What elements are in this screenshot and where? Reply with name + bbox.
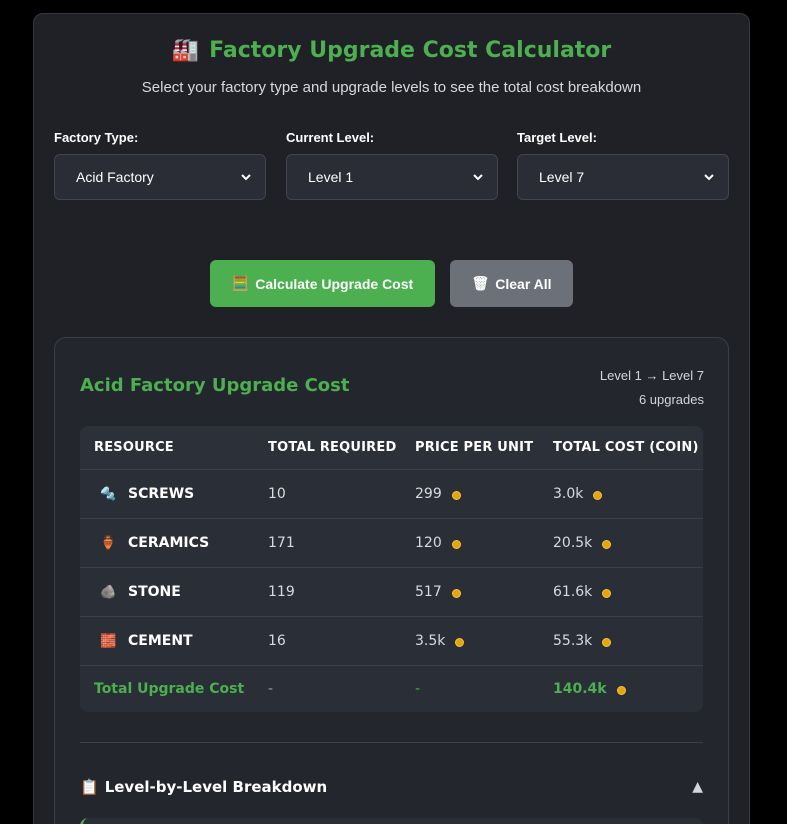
screw-icon: 🔩 xyxy=(100,486,117,502)
resource-cell: 🪨 Stone xyxy=(94,568,181,616)
total-required: 119 xyxy=(268,584,295,600)
collapse-up-icon[interactable]: ▲ xyxy=(692,779,703,795)
target-level-select[interactable]: Level 7 xyxy=(517,154,729,200)
header: 🏭 Factory Upgrade Cost Calculator xyxy=(34,38,749,63)
column-header-price-per-unit: Price Per Unit xyxy=(415,440,534,455)
total-label: Total Upgrade Cost xyxy=(94,681,245,697)
table-row: 🧱 Cement 16 3.5k 55.3k xyxy=(80,616,703,665)
price-per-unit: 120 xyxy=(415,519,461,567)
current-level-field: Current Level: Level 1 xyxy=(286,130,498,200)
factory-icon: 🏭 xyxy=(171,37,200,63)
chevron-down-icon xyxy=(704,174,714,181)
resource-name: Stone xyxy=(128,584,181,600)
level-breakdown-label: Level-by-Level Breakdown xyxy=(104,778,328,796)
results-panel: Acid Factory Upgrade Cost Level 1 → Leve… xyxy=(54,337,729,824)
resource-cell: 🏺 Ceramics xyxy=(94,519,209,567)
results-title: Acid Factory Upgrade Cost xyxy=(80,375,350,396)
factory-type-label: Factory Type: xyxy=(54,130,139,145)
factory-type-field: Factory Type: Acid Factory xyxy=(54,130,266,200)
current-level-value: Level 1 xyxy=(308,169,354,185)
price-value: 517 xyxy=(415,584,442,600)
column-header-total-cost: Total Cost (Coin) xyxy=(553,440,699,455)
coin-icon xyxy=(602,588,612,598)
level-breakdown-toggle[interactable]: 📋 Level-by-Level Breakdown ▲ xyxy=(80,775,703,799)
breakdown-content xyxy=(80,818,703,824)
resource-name: Screws xyxy=(128,486,195,502)
table-header: Resource Total Required Price Per Unit T… xyxy=(80,426,703,469)
price-value: 3.5k xyxy=(415,633,446,649)
total-cost-value: 55.3k xyxy=(553,633,593,649)
coin-icon xyxy=(451,490,461,500)
coin-icon xyxy=(451,539,461,549)
table-row: 🪨 Stone 119 517 61.6k xyxy=(80,567,703,616)
page-title: Factory Upgrade Cost Calculator xyxy=(209,38,612,63)
coin-icon xyxy=(602,637,612,647)
factory-type-select[interactable]: Acid Factory xyxy=(54,154,266,200)
trash-icon: 🗑 xyxy=(471,275,490,291)
total-required: 171 xyxy=(268,535,295,551)
resource-cell: 🔩 Screws xyxy=(94,470,194,518)
column-header-resource: Resource xyxy=(94,440,174,455)
price-value: 299 xyxy=(415,486,442,502)
resource-name: Ceramics xyxy=(128,535,210,551)
total-cost: 3.0k xyxy=(553,470,603,518)
target-level-value: Level 7 xyxy=(539,169,585,185)
coin-icon xyxy=(602,539,612,549)
resource-name: Cement xyxy=(128,633,193,649)
chevron-down-icon xyxy=(473,174,483,181)
current-level-select[interactable]: Level 1 xyxy=(286,154,498,200)
total-cost-value: 61.6k xyxy=(553,584,593,600)
ceramic-vase-icon: 🏺 xyxy=(100,535,117,551)
calculate-button-label: Calculate Upgrade Cost xyxy=(255,275,414,292)
total-row: Total Upgrade Cost - - 140.4k xyxy=(80,665,703,712)
price-per-unit: 3.5k xyxy=(415,617,465,665)
resource-cell: 🧱 Cement xyxy=(94,617,193,665)
coin-icon xyxy=(455,637,465,647)
cement-bag-icon: 🧱 xyxy=(100,633,117,649)
grand-total-value: 140.4k xyxy=(553,681,607,697)
total-required: 10 xyxy=(268,486,286,502)
abacus-icon: 🧮 xyxy=(231,275,250,291)
price-per-unit: 299 xyxy=(415,470,461,518)
upgrade-count: 6 upgrades xyxy=(638,392,704,407)
target-level-label: Target Level: xyxy=(517,130,597,145)
price-per-unit: 517 xyxy=(415,568,461,616)
total-cost: 61.6k xyxy=(553,568,612,616)
coin-icon xyxy=(616,685,626,695)
table-row: 🏺 Ceramics 171 120 20.5k xyxy=(80,518,703,567)
calculator-card: 🏭 Factory Upgrade Cost Calculator Select… xyxy=(33,13,750,824)
total-cost-value: 20.5k xyxy=(553,535,593,551)
clear-all-button-label: Clear All xyxy=(495,275,552,292)
factory-type-value: Acid Factory xyxy=(76,169,154,185)
total-cost-value: 3.0k xyxy=(553,486,584,502)
grand-total: 140.4k xyxy=(553,666,626,712)
cost-table: Resource Total Required Price Per Unit T… xyxy=(80,426,703,712)
target-level-field: Target Level: Level 7 xyxy=(517,130,729,200)
current-level-label: Current Level: xyxy=(286,130,375,145)
clipboard-icon: 📋 xyxy=(80,778,99,796)
column-header-total-required: Total Required xyxy=(268,440,397,455)
total-required-dash: - xyxy=(268,681,274,697)
divider xyxy=(80,742,703,743)
clear-all-button[interactable]: 🗑 Clear All xyxy=(450,260,573,307)
coin-icon xyxy=(593,490,603,500)
total-cost: 55.3k xyxy=(553,617,612,665)
total-required: 16 xyxy=(268,633,286,649)
level-range: Level 1 → Level 7 xyxy=(599,368,704,383)
results-meta: Level 1 → Level 7 6 upgrades xyxy=(600,364,704,412)
price-value: 120 xyxy=(415,535,442,551)
total-cost: 20.5k xyxy=(553,519,612,567)
total-price-dash: - xyxy=(415,681,421,697)
calculate-button[interactable]: 🧮 Calculate Upgrade Cost xyxy=(210,260,435,307)
table-row: 🔩 Screws 10 299 3.0k xyxy=(80,469,703,518)
rock-icon: 🪨 xyxy=(100,584,117,600)
page-subtitle: Select your factory type and upgrade lev… xyxy=(141,79,642,96)
chevron-down-icon xyxy=(241,174,251,181)
coin-icon xyxy=(451,588,461,598)
